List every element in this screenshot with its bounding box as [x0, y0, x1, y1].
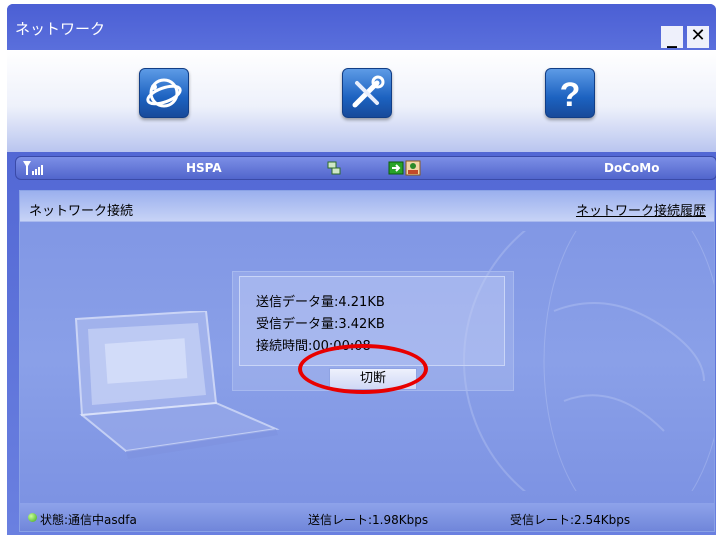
svg-text:?: ?	[560, 76, 581, 114]
connection-info-box: 送信データ量:4.21KB 受信データ量:3.42KB 接続時間:00:00:0…	[232, 271, 514, 391]
panel-header: ネットワーク接続 ネットワーク接続履歴	[20, 191, 714, 222]
connection-status-icon	[327, 161, 341, 175]
sent-data-amount: 送信データ量:4.21KB	[256, 295, 385, 310]
title-bar: ネットワーク _ ✕	[7, 4, 716, 50]
minimize-button[interactable]: _	[661, 26, 683, 48]
connection-stats: 送信データ量:4.21KB 受信データ量:3.42KB 接続時間:00:00:0…	[239, 276, 505, 366]
settings-button[interactable]	[342, 68, 392, 118]
window-title: ネットワーク	[15, 20, 106, 38]
toolbar: ?	[7, 50, 716, 152]
help-button[interactable]: ?	[545, 68, 595, 118]
carrier-name: DoCoMo	[604, 161, 660, 175]
network-button[interactable]	[139, 68, 189, 118]
received-data-amount: 受信データ量:3.42KB	[256, 317, 385, 332]
contacts-icon[interactable]	[405, 160, 421, 176]
send-rate: 送信レート:1.98Kbps	[308, 513, 429, 527]
receive-rate: 受信レート:2.54Kbps	[510, 513, 631, 527]
status-footer: 状態:通信中asdfa 送信レート:1.98Kbps 受信レート:2.54Kbp…	[20, 503, 714, 531]
network-type: HSPA	[186, 161, 222, 175]
connection-time: 接続時間:00:00:08	[256, 339, 371, 354]
connection-status: 状態:通信中asdfa	[40, 513, 137, 527]
question-mark-icon: ?	[560, 76, 581, 114]
signal-strength-icon	[23, 161, 43, 175]
app-window: ネットワーク _ ✕ ? HSPA DoCoMo ネットワーク接続 ネットワーク…	[7, 4, 716, 535]
disconnect-button[interactable]: 切断	[329, 368, 417, 390]
tools-icon	[352, 75, 385, 108]
network-connection-panel: ネットワーク接続 ネットワーク接続履歴 送信データ量:4.21KB 受信データ量…	[19, 190, 715, 532]
close-button[interactable]: ✕	[687, 26, 709, 48]
connection-history-link[interactable]: ネットワーク接続履歴	[576, 200, 706, 219]
status-indicator-icon	[28, 513, 37, 522]
sms-icon[interactable]	[388, 160, 404, 176]
globe-network-icon	[146, 78, 182, 108]
device-status-bar: HSPA DoCoMo	[15, 156, 716, 180]
panel-title: ネットワーク接続	[29, 204, 134, 219]
